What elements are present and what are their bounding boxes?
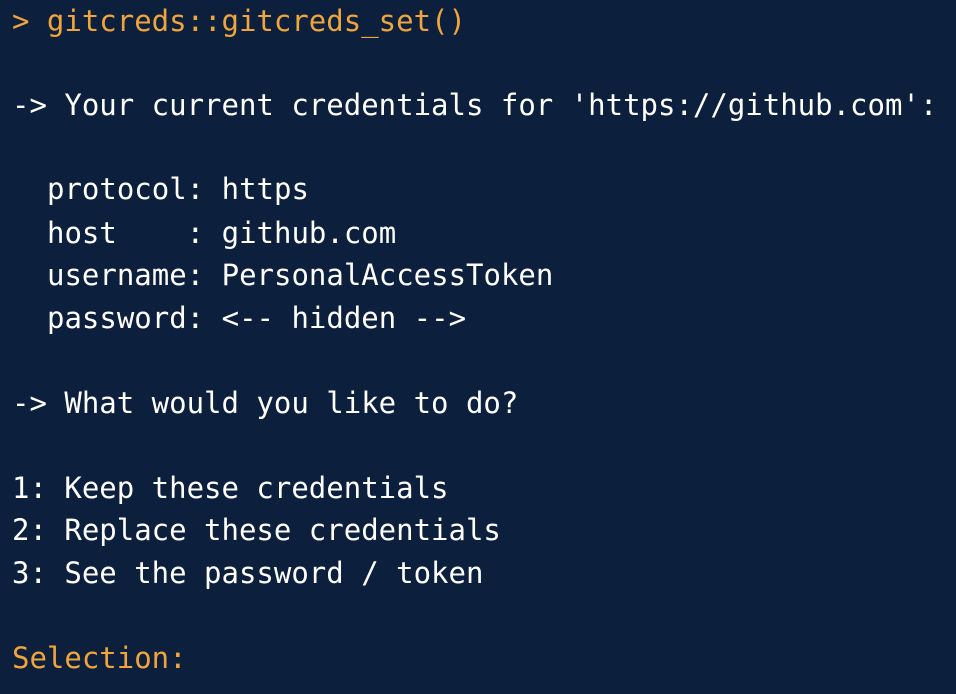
credential-key: password: [47,301,222,335]
current-credentials-message: -> Your current credentials for 'https:/… [12,88,938,122]
credential-key: host : [47,216,222,250]
menu-option-replace: 2: Replace these credentials [12,513,501,547]
credential-value: github.com [221,216,397,250]
credential-row-username: username: PersonalAccessToken [47,254,553,296]
menu-option-keep: 1: Keep these credentials [12,471,449,505]
credential-row-password: password: <-- hidden --> [47,297,466,339]
credential-key: username: [47,258,222,292]
menu-option-see-token: 3: See the password / token [12,556,484,590]
credential-key: protocol: [47,172,222,206]
credential-value: https [221,172,309,206]
credential-row-host: host : github.com [47,212,396,254]
command-line: > gitcreds::gitcreds_set() [12,4,466,38]
credential-value: PersonalAccessToken [221,258,554,292]
terminal-window[interactable]: > gitcreds::gitcreds_set() -> Your curre… [0,0,956,694]
credential-value: <-- hidden --> [221,301,467,335]
question-message: -> What would you like to do? [12,386,519,420]
selection-prompt[interactable]: Selection: [12,637,187,679]
credential-row-protocol: protocol: https [47,168,309,210]
